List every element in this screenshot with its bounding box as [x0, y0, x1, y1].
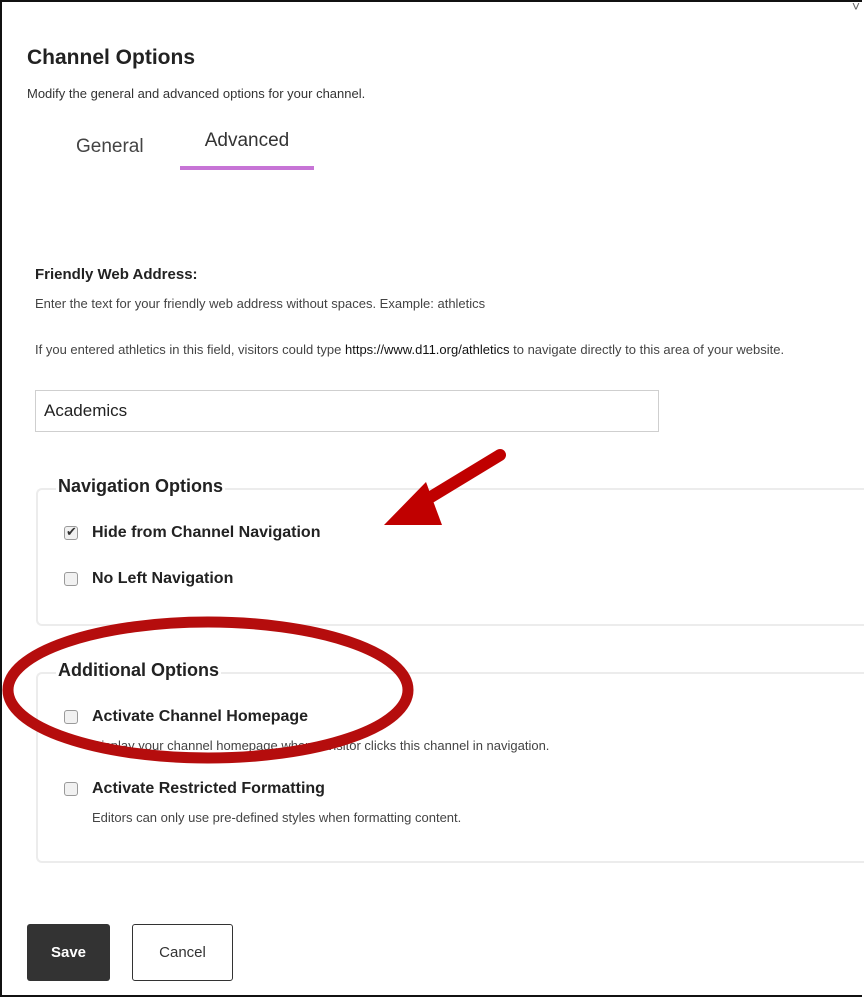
friendly-address-example: If you entered athletics in this field, … [35, 338, 860, 361]
hide-from-navigation-label[interactable]: Hide from Channel Navigation [92, 524, 320, 542]
activate-homepage-checkbox[interactable] [64, 710, 78, 724]
restricted-formatting-checkbox[interactable] [64, 782, 78, 796]
active-tab-indicator [180, 166, 314, 170]
no-left-navigation-label[interactable]: No Left Navigation [92, 570, 233, 588]
hide-from-navigation-checkbox[interactable]: ✔ [64, 524, 78, 540]
example-url: https://www.d11.org/athletics [345, 342, 510, 357]
friendly-address-label: Friendly Web Address: [35, 266, 198, 283]
tab-general[interactable]: General [76, 136, 144, 178]
checkmark-icon: ✔ [66, 524, 77, 539]
activate-homepage-label[interactable]: Activate Channel Homepage [92, 708, 308, 726]
option-activate-channel-homepage[interactable]: Activate Channel Homepage [64, 708, 308, 726]
restricted-formatting-label[interactable]: Activate Restricted Formatting [92, 780, 325, 798]
additional-options-group: Additional Options Activate Channel Home… [36, 660, 864, 863]
dialog-title: Channel Options [27, 46, 195, 69]
activate-homepage-description: Display your channel homepage when a vis… [92, 738, 550, 753]
save-button[interactable]: Save [27, 924, 110, 981]
additional-options-legend: Additional Options [56, 660, 221, 681]
friendly-address-help: Enter the text for your friendly web add… [35, 296, 486, 311]
example-suffix: to navigate directly to this area of you… [509, 342, 785, 357]
corner-chevron-icon: ˅ [851, 0, 860, 14]
navigation-options-legend: Navigation Options [56, 476, 226, 497]
navigation-options-group: Navigation Options ✔ Hide from Channel N… [36, 476, 864, 626]
example-prefix: If you entered athletics in this field, … [35, 342, 345, 357]
option-no-left-navigation[interactable]: No Left Navigation [64, 570, 233, 588]
friendly-address-input[interactable] [35, 390, 659, 432]
dialog-subtitle: Modify the general and advanced options … [27, 86, 366, 101]
restricted-formatting-description: Editors can only use pre-defined styles … [92, 810, 462, 825]
cancel-button[interactable]: Cancel [132, 924, 233, 981]
option-hide-from-channel-navigation[interactable]: ✔ Hide from Channel Navigation [64, 524, 320, 542]
option-activate-restricted-formatting[interactable]: Activate Restricted Formatting [64, 780, 325, 798]
no-left-navigation-checkbox[interactable] [64, 572, 78, 586]
